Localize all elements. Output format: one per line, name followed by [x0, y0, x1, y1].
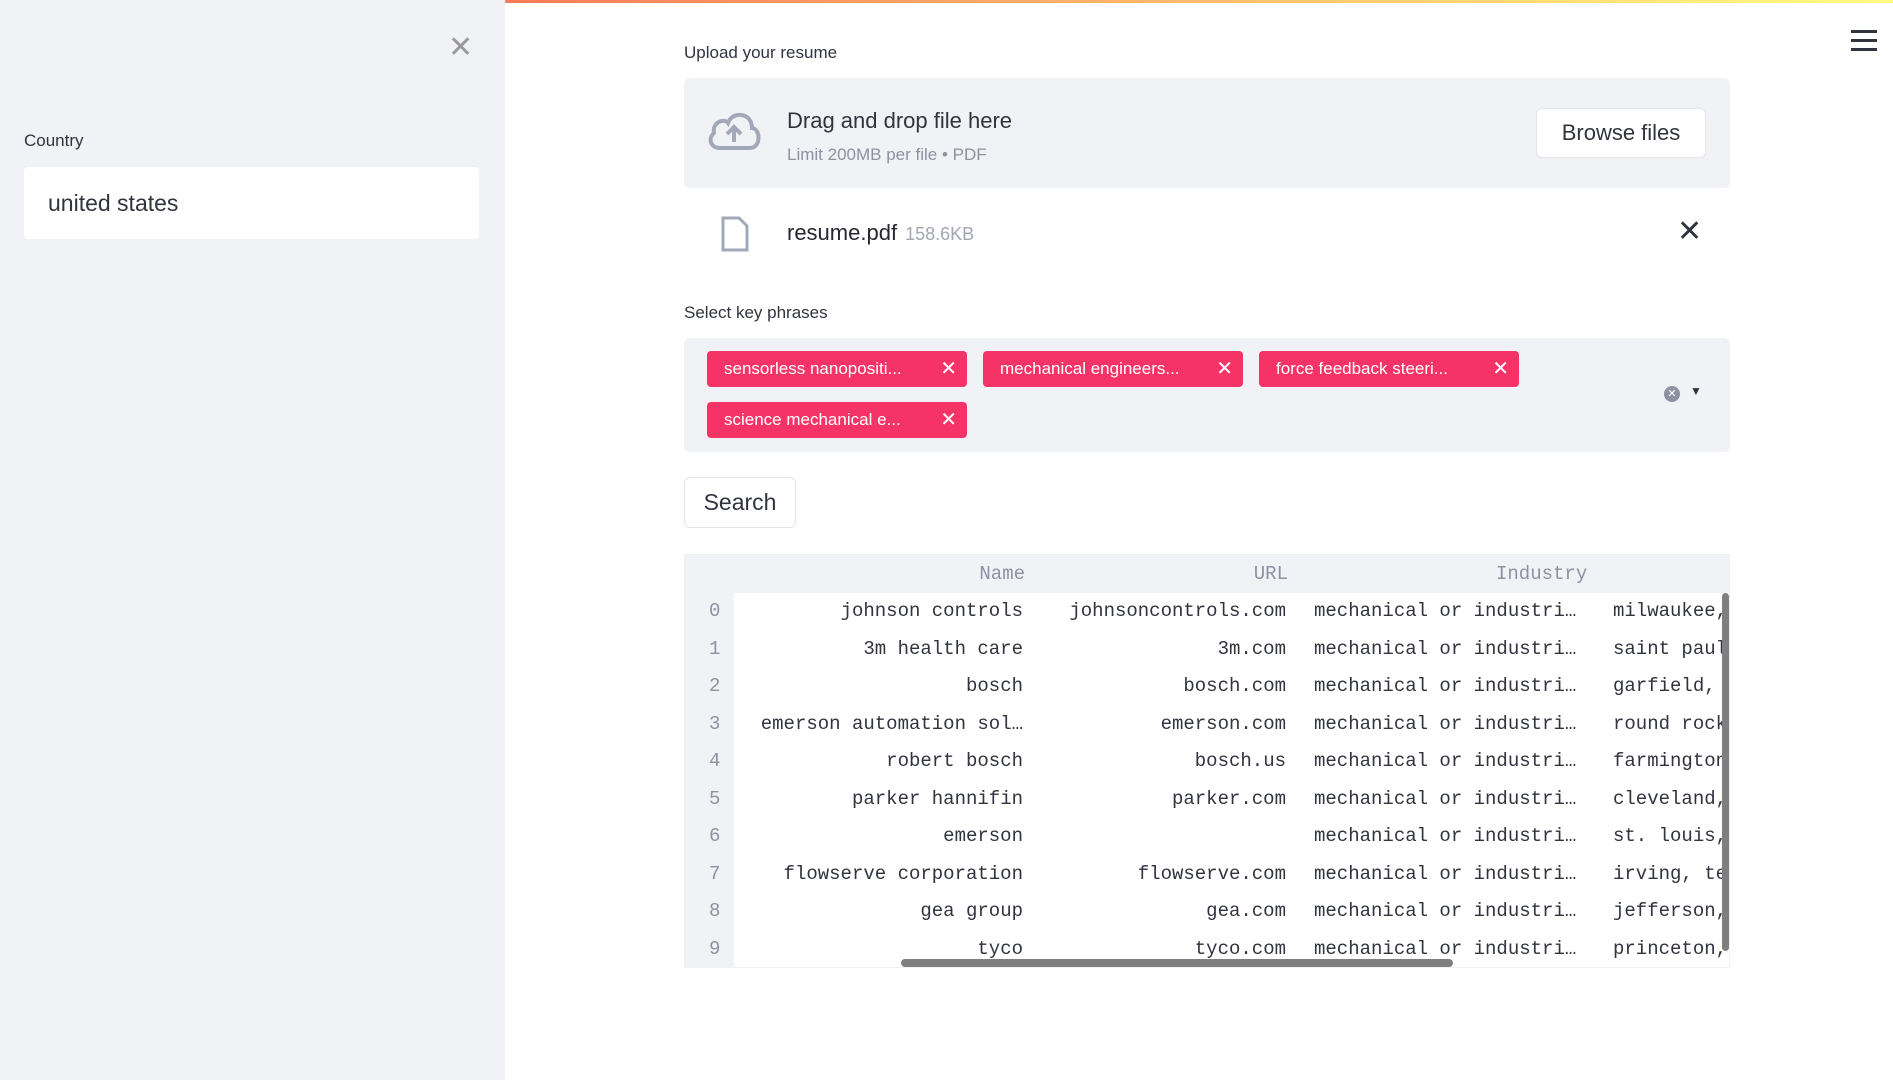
column-header-url[interactable]: URL	[1254, 563, 1288, 585]
cell-url: bosch.us	[1194, 750, 1286, 772]
cell-industry: mechanical or industri…	[1314, 750, 1577, 772]
remove-tag-icon[interactable]: ✕	[940, 351, 957, 387]
cell-industry: mechanical or industri…	[1314, 675, 1577, 697]
cell-name: robert bosch	[886, 750, 1023, 772]
cell-name: 3m health care	[863, 637, 1023, 660]
cell-name: parker hannifin	[851, 787, 1023, 810]
tag-label: mechanical engineers...	[1000, 359, 1180, 378]
cell-industry: mechanical or industri…	[1314, 900, 1577, 922]
country-label: Country	[24, 131, 84, 150]
cell-location: milwaukee,	[1613, 600, 1728, 622]
column-header-name[interactable]: Name	[979, 563, 1025, 585]
cell-name: flowserve corporation	[783, 862, 1023, 885]
cell-url: bosch.com	[1183, 675, 1286, 697]
cell-name: johnson controls	[840, 600, 1023, 622]
cell-location: princeton,	[1613, 937, 1728, 960]
browse-files-button[interactable]: Browse files	[1536, 108, 1706, 158]
row-index: 2	[709, 675, 721, 697]
key-phrases-multiselect[interactable]: sensorless nanopositi... ✕ mechanical eng…	[684, 338, 1730, 452]
tag-chip: science mechanical e... ✕	[707, 402, 967, 438]
cell-location: irving, te	[1613, 862, 1728, 885]
row-index: 5	[709, 787, 721, 810]
cell-name: emerson	[943, 825, 1023, 847]
cloud-upload-icon	[708, 113, 761, 150]
row-index: 4	[709, 750, 721, 772]
search-button[interactable]: Search	[684, 477, 796, 528]
row-index: 6	[709, 825, 721, 847]
sidebar: ✕ Country united states	[0, 0, 505, 1080]
cell-industry: mechanical or industri…	[1314, 825, 1577, 847]
row-index: 3	[709, 712, 721, 735]
vertical-scrollbar[interactable]	[1722, 593, 1729, 951]
remove-tag-icon[interactable]: ✕	[1492, 351, 1509, 387]
cell-name: tyco	[977, 937, 1023, 960]
file-icon	[721, 216, 749, 252]
cell-name: emerson automation sol…	[760, 712, 1023, 735]
row-index: 1	[709, 637, 721, 660]
chevron-down-icon[interactable]: ▼	[1690, 384, 1702, 398]
results-table[interactable]: Name URL Industry 0 johnson controls johns…	[684, 554, 1730, 968]
key-phrases-label: Select key phrases	[684, 303, 828, 322]
tag-label: science mechanical e...	[724, 410, 901, 429]
cell-location: cleveland,	[1613, 787, 1728, 810]
horizontal-scrollbar[interactable]	[901, 959, 1453, 967]
cell-location: jefferson,	[1613, 900, 1728, 922]
column-header-industry[interactable]: Industry	[1496, 563, 1587, 585]
row-index: 8	[709, 900, 721, 922]
tag-chip: sensorless nanopositi... ✕	[707, 351, 967, 387]
file-size: 158.6KB	[905, 224, 975, 244]
cell-url: tyco.com	[1194, 937, 1286, 960]
cell-industry: mechanical or industri…	[1314, 600, 1577, 622]
tag-chip: mechanical engineers... ✕	[983, 351, 1243, 387]
row-index: 7	[709, 862, 721, 885]
drop-title: Drag and drop file here	[787, 108, 1013, 133]
cell-url: johnsoncontrols.com	[1069, 600, 1286, 622]
cell-url: gea.com	[1206, 900, 1286, 922]
tag-label: sensorless nanopositi...	[724, 359, 902, 378]
cell-industry: mechanical or industri…	[1314, 712, 1577, 735]
cell-name: bosch	[965, 675, 1023, 697]
hamburger-menu-icon[interactable]	[1851, 30, 1877, 57]
table-header: Name URL Industry	[685, 555, 1729, 593]
file-dropzone[interactable]: Drag and drop file here Limit 200MB per …	[684, 78, 1730, 188]
upload-label: Upload your resume	[684, 43, 838, 62]
cell-location: st. louis,	[1613, 825, 1728, 847]
cell-location: farmington	[1613, 750, 1728, 772]
cell-location: garfield,	[1613, 675, 1716, 697]
cell-url: emerson.com	[1160, 712, 1286, 735]
tag-label: force feedback steeri...	[1276, 359, 1448, 378]
row-index: 0	[709, 600, 721, 622]
cell-industry: mechanical or industri…	[1314, 787, 1577, 810]
remove-file-icon[interactable]: ✕	[1677, 214, 1702, 249]
remove-tag-icon[interactable]: ✕	[940, 402, 957, 438]
clear-all-icon[interactable]: ✕	[1664, 386, 1680, 402]
row-index: 9	[709, 937, 721, 960]
cell-industry: mechanical or industri…	[1314, 937, 1577, 960]
cell-location: round rock	[1613, 712, 1728, 735]
cell-url: parker.com	[1171, 787, 1286, 810]
file-name: resume.pdf	[787, 220, 898, 245]
cell-url: 3m.com	[1217, 637, 1286, 660]
drop-limit-text: Limit 200MB per file • PDF	[787, 145, 987, 164]
cell-industry: mechanical or industri…	[1314, 862, 1577, 885]
cell-name: gea group	[920, 900, 1023, 922]
cell-url: flowserve.com	[1137, 862, 1286, 885]
country-input[interactable]: united states	[24, 167, 479, 239]
tag-chip: force feedback steeri... ✕	[1259, 351, 1519, 387]
close-sidebar-icon[interactable]: ✕	[448, 30, 473, 65]
cell-industry: mechanical or industri…	[1314, 637, 1577, 660]
uploaded-file-row: resume.pdf 158.6KB ✕	[684, 210, 1730, 260]
remove-tag-icon[interactable]: ✕	[1216, 351, 1233, 387]
cell-location: saint paul	[1613, 637, 1728, 660]
